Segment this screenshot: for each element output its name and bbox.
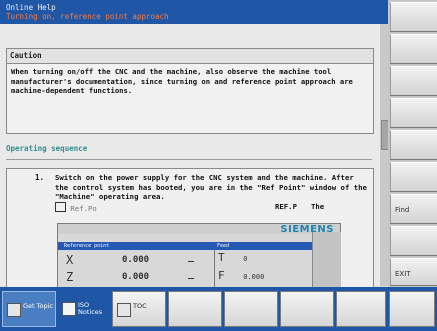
toc-label: TOC — [133, 302, 147, 310]
toc-icon — [117, 303, 131, 317]
topic-icon — [7, 303, 21, 317]
get-topic-softkey[interactable]: Get Topic — [2, 291, 56, 327]
softkey-h4[interactable] — [168, 291, 222, 327]
get-topic-label: Get Topic — [23, 302, 53, 310]
iso-notices-softkey[interactable]: ISO Notices — [58, 291, 112, 327]
axis-label: X — [66, 253, 74, 267]
axes-header: Reference point — [58, 242, 214, 250]
softkey-v1[interactable] — [390, 2, 437, 32]
axis-value: 0.000 — [122, 255, 150, 265]
vertical-softkey-bar: Find EXIT — [388, 0, 437, 287]
iso-notices-label: ISO Notices — [78, 301, 103, 316]
feed-label-text: F — [218, 269, 225, 282]
tool-value: 0 — [243, 255, 248, 263]
feed-label: F 0.000 — [218, 269, 264, 282]
ref-point-caption-2: REF.P — [275, 201, 297, 211]
help-title-bar: Online Help Turning on, reference point … — [0, 0, 388, 24]
exit-softkey[interactable]: EXIT — [390, 258, 437, 286]
softkey-v4[interactable] — [390, 98, 437, 128]
operating-sequence-heading: Operating sequence — [6, 144, 88, 153]
caution-title: Caution — [7, 49, 373, 64]
ref-point-caption: Ref.Po — [70, 203, 97, 213]
softkey-v5[interactable] — [390, 130, 437, 160]
axis-value: 0.000 — [122, 272, 150, 282]
feed-header: Feed — [214, 242, 312, 250]
step-text-body: Switch on the power supply for the CNC s… — [55, 173, 367, 201]
softkey-v6[interactable] — [390, 162, 437, 192]
window-title: Online Help — [6, 3, 56, 12]
softkey-v3[interactable] — [390, 66, 437, 96]
step-number: 1. — [35, 173, 45, 182]
find-softkey[interactable]: Find — [390, 194, 437, 224]
caution-text: When turning on/off the CNC and the mach… — [11, 67, 353, 95]
axis-dash — [188, 278, 194, 279]
topic-title: Turning on, reference point approach — [6, 12, 169, 21]
toc-softkey[interactable]: TOC — [112, 291, 166, 327]
step-text: Switch on the power supply for the CNC s… — [55, 173, 367, 213]
softkey-h7[interactable] — [336, 291, 386, 327]
notices-icon — [62, 302, 76, 316]
ref-point-icon — [55, 201, 66, 212]
divider — [6, 159, 372, 160]
softkey-v8[interactable] — [390, 226, 437, 256]
softkey-v2[interactable] — [390, 34, 437, 64]
tool-label-text: T — [218, 251, 225, 264]
caution-box: Caution When turning on/off the CNC and … — [6, 48, 374, 134]
axis-dash — [188, 261, 194, 262]
help-content[interactable]: Caution When turning on/off the CNC and … — [0, 24, 381, 312]
step-text-tail: The — [311, 201, 325, 211]
softkey-h8[interactable] — [389, 291, 435, 327]
feed-value: 0.000 — [243, 273, 265, 281]
horizontal-softkey-bar: Get Topic ISO Notices TOC — [0, 287, 437, 331]
vertical-scrollbar[interactable] — [380, 24, 389, 286]
softkey-h6[interactable] — [280, 291, 334, 327]
axis-label: Z — [66, 270, 74, 284]
tool-label: T 0 — [218, 251, 247, 264]
softkey-h5[interactable] — [224, 291, 278, 327]
help-screen: Online Help Turning on, reference point … — [0, 0, 437, 331]
